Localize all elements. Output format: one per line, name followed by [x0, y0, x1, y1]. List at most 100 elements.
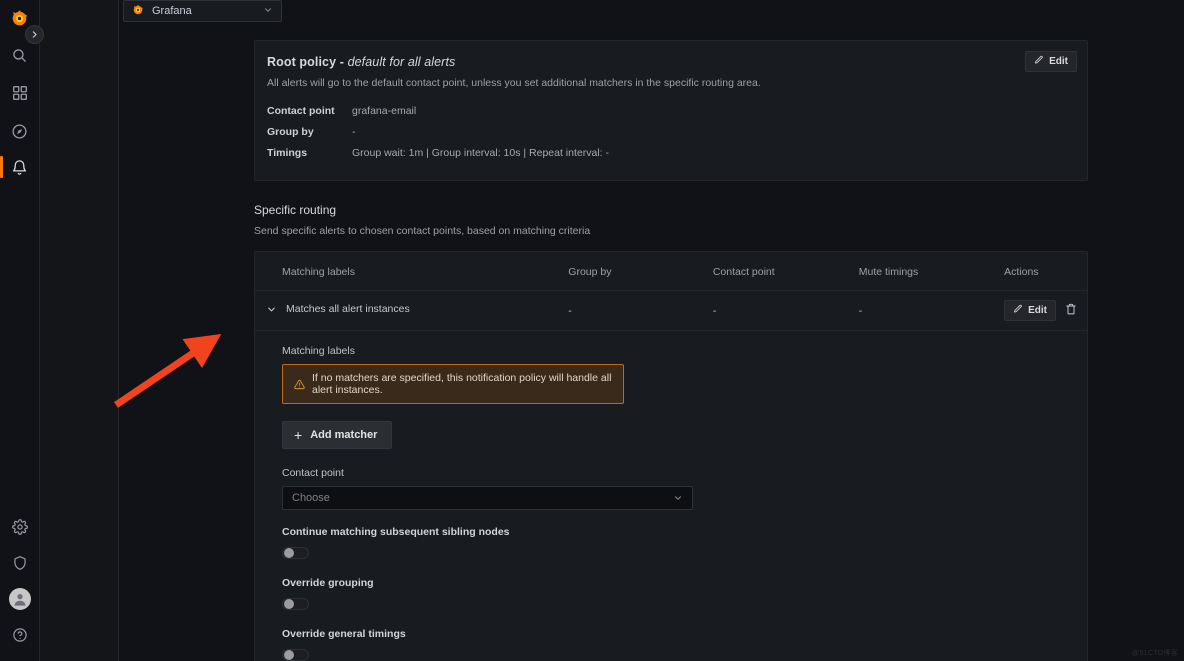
column-header-matching-labels: Matching labels [255, 252, 569, 291]
sidebar-bottom-group [0, 511, 40, 661]
column-header-group-by: Group by [568, 252, 713, 291]
row-edit-label: Edit [1028, 305, 1047, 316]
pencil-icon [1013, 304, 1023, 317]
plus-icon: + [294, 427, 303, 443]
trash-icon [1065, 303, 1077, 318]
form-label-override-grouping: Override grouping [282, 577, 374, 589]
root-policy-detail-row: Timings Group wait: 1m | Group interval:… [267, 143, 1071, 164]
pencil-icon [1034, 55, 1044, 68]
detail-value-contact-point: grafana-email [352, 105, 417, 117]
root-policy-detail-row: Contact point grafana-email [267, 101, 1071, 122]
table-header-row: Matching labels Group by Contact point M… [255, 252, 1087, 291]
gear-icon [11, 519, 28, 535]
routing-table-head: Matching labels Group by Contact point M… [255, 252, 1087, 291]
root-policy-title: Root policy - default for all alerts [267, 55, 1071, 69]
form-label-override-timings: Override general timings [282, 628, 406, 640]
bell-icon [11, 159, 28, 176]
chevron-down-icon [263, 5, 273, 18]
topbar: Grafana [119, 0, 1184, 22]
column-header-contact-point: Contact point [712, 252, 859, 291]
dashboards-grid-icon [12, 85, 28, 101]
no-matchers-warning-text: If no matchers are specified, this notif… [312, 372, 612, 396]
root-policy-card: Root policy - default for all alerts All… [254, 40, 1088, 181]
root-policy-detail-row: Group by - [267, 122, 1071, 143]
root-policy-title-emphasis: default for all alerts [347, 55, 456, 69]
contact-point-select-value: Choose [292, 492, 330, 504]
continue-matching-toggle[interactable] [282, 547, 309, 559]
toggle-knob [284, 548, 294, 558]
cell-matching-labels: Matches all alert instances [255, 290, 569, 331]
main-content: Grafana Root policy - default for all al… [119, 0, 1184, 661]
root-policy-details: Contact point grafana-email Group by - T… [267, 101, 1071, 164]
detail-value-group-by: - [352, 126, 356, 138]
org-picker-label: Grafana [152, 5, 192, 17]
toggle-knob [284, 599, 294, 609]
nav-rail-band [40, 0, 119, 661]
specific-routing-title: Specific routing [254, 203, 337, 217]
cell-contact-point: - [712, 290, 859, 331]
no-matchers-warning: If no matchers are specified, this notif… [282, 364, 624, 404]
root-policy-edit-button[interactable]: Edit [1025, 51, 1077, 72]
column-header-mute-timings: Mute timings [858, 252, 1005, 291]
row-edit-button[interactable]: Edit [1004, 300, 1056, 321]
add-matcher-button[interactable]: + Add matcher [282, 421, 393, 449]
specific-routing-description: Send specific alerts to chosen contact p… [254, 225, 591, 237]
contact-point-field: Contact point Choose [282, 467, 1071, 510]
root-policy-description: All alerts will go to the default contac… [267, 77, 761, 89]
specific-routing-panel: Matching labels Group by Contact point M… [254, 251, 1088, 661]
sidebar-item-dashboards[interactable] [0, 77, 40, 109]
avatar [8, 588, 31, 610]
chevron-right-icon [30, 26, 39, 44]
shield-icon [12, 555, 28, 571]
root-policy-edit-label: Edit [1049, 56, 1068, 67]
routing-table-body: Matches all alert instances - - - Edit [255, 290, 1087, 331]
sidebar-item-help[interactable] [0, 619, 40, 651]
add-matcher-label: Add matcher [310, 429, 378, 441]
continue-matching-field: Continue matching subsequent sibling nod… [282, 526, 1071, 563]
sidebar-item-alerting[interactable] [0, 151, 40, 183]
search-icon [11, 47, 28, 64]
cell-actions: Edit [1004, 290, 1087, 331]
policy-edit-form: Matching labels If no matchers are speci… [255, 331, 1087, 661]
grafana-app-window: Grafana Root policy - default for all al… [0, 0, 1184, 661]
row-expand-toggle[interactable]: Matches all alert instances [268, 303, 410, 316]
sidebar-item-configuration[interactable] [0, 511, 40, 543]
sidebar-expand-button[interactable] [25, 25, 44, 44]
sidebar-item-server-admin[interactable] [0, 547, 40, 579]
specific-routing-header: Specific routing Send specific alerts to… [254, 203, 1184, 237]
help-circle-icon [12, 627, 28, 643]
row-delete-button[interactable] [1065, 303, 1077, 318]
table-row[interactable]: Matches all alert instances - - - Edit [255, 290, 1087, 331]
routing-table: Matching labels Group by Contact point M… [255, 252, 1087, 331]
chevron-down-icon [673, 493, 683, 503]
column-header-actions: Actions [1004, 252, 1087, 291]
compass-icon [11, 123, 28, 140]
detail-key-group-by: Group by [267, 126, 314, 138]
cell-mute-timings: - [858, 290, 1005, 331]
org-picker-dropdown[interactable]: Grafana [123, 0, 282, 22]
row-actions: Edit [1004, 300, 1077, 321]
chevron-down-icon [266, 304, 277, 315]
warning-triangle-icon [294, 379, 305, 390]
override-grouping-field: Override grouping [282, 577, 1071, 614]
contact-point-select[interactable]: Choose [282, 486, 693, 510]
sidebar-item-profile[interactable] [0, 583, 40, 615]
form-label-contact-point: Contact point [282, 467, 344, 479]
watermark-text: @51CTO博客 [1132, 650, 1178, 657]
form-label-matching-labels: Matching labels [282, 345, 355, 357]
override-timings-toggle[interactable] [282, 649, 309, 661]
root-policy-title-prefix: Root policy - [267, 55, 348, 69]
form-label-continue-matching: Continue matching subsequent sibling nod… [282, 526, 510, 538]
sidebar-item-explore[interactable] [0, 115, 40, 147]
toggle-knob [284, 650, 294, 660]
override-timings-field: Override general timings [282, 628, 1071, 661]
override-grouping-toggle[interactable] [282, 598, 309, 610]
detail-value-timings: Group wait: 1m | Group interval: 10s | R… [352, 147, 609, 159]
primary-sidebar [0, 0, 40, 661]
cell-group-by: - [568, 290, 713, 331]
grafana-logo-icon-small [132, 4, 144, 19]
grafana-logo-icon [10, 9, 29, 28]
row-matching-labels-text: Matches all alert instances [286, 303, 410, 316]
detail-key-timings: Timings [267, 147, 308, 159]
detail-key-contact-point: Contact point [267, 105, 335, 117]
